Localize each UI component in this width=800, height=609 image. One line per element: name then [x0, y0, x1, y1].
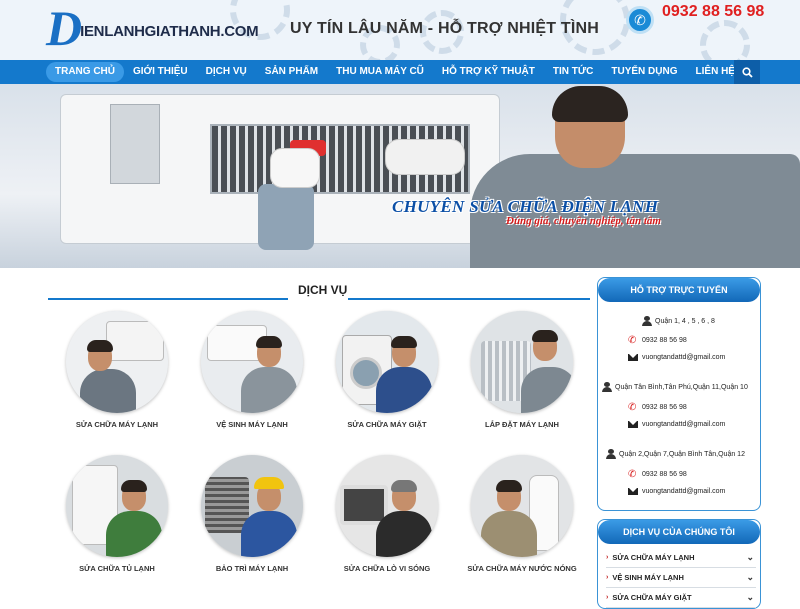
service-menu-label: SỬA CHỮA MÁY GIẶT	[612, 593, 692, 602]
support-area-text: Quận 1, 4 , 5 , 6 , 8	[655, 317, 715, 325]
service-menu-item[interactable]: › SỬA CHỮA MÁY GIẶT ⌄	[606, 588, 756, 608]
user-icon	[602, 382, 612, 392]
support-email[interactable]: vuongtandattd@gmail.com	[628, 488, 725, 495]
main-nav: TRANG CHỦ GIỚI THIỆU DỊCH VỤ SẢN PHẨM TH…	[0, 60, 800, 84]
service-image	[336, 311, 438, 413]
support-panel: HỖ TRỢ TRỰC TUYẾN Quận 1, 4 , 5 , 6 , 8 …	[597, 277, 761, 511]
support-area: Quận 2,Quận 7,Quận Bình Tân,Quận 12	[606, 449, 745, 459]
nav-item-about[interactable]: GIỚI THIỆU	[124, 60, 197, 84]
service-card[interactable]: SỬA CHỮA MÁY LẠNH	[57, 311, 177, 429]
service-image	[201, 455, 303, 557]
service-card[interactable]: SỬA CHỮA MÁY NƯỚC NÓNG	[462, 455, 582, 573]
service-label: SỬA CHỮA LÒ VI SÓNG	[343, 564, 431, 573]
support-area: Quận 1, 4 , 5 , 6 , 8	[642, 316, 715, 326]
user-icon	[642, 316, 652, 326]
support-email-text: vuongtandattd@gmail.com	[642, 354, 726, 361]
service-image	[471, 311, 573, 413]
service-menu-item[interactable]: › VỆ SINH MÁY LẠNH ⌄	[606, 568, 756, 588]
nav-item-services[interactable]: DỊCH VỤ	[197, 60, 256, 84]
service-label: BẢO TRÌ MÁY LẠNH	[215, 564, 289, 573]
technician-hair	[552, 86, 628, 122]
support-phone-text: 0932 88 56 98	[642, 337, 687, 344]
service-card[interactable]: VỆ SINH MÁY LẠNH	[192, 311, 312, 429]
nav-item-news[interactable]: TIN TỨC	[544, 60, 603, 84]
service-image	[66, 455, 168, 557]
glove-image	[270, 148, 320, 188]
phone-icon: ✆	[628, 402, 637, 413]
nav-item-recruitment[interactable]: TUYỂN DỤNG	[602, 60, 686, 84]
support-phone-text: 0932 88 56 98	[642, 471, 687, 478]
support-area-text: Quận Tân Bình,Tân Phú,Quận 11,Quận 10	[615, 383, 748, 391]
hero-banner: CHUYÊN SỬA CHỮA ĐIỆN LẠNH Đúng giá, chuy…	[0, 84, 800, 268]
service-image	[471, 455, 573, 557]
support-title: HỖ TRỢ TRỰC TUYẾN	[598, 278, 760, 302]
nav-item-tech-support[interactable]: HỖ TRỢ KỸ THUẬT	[433, 60, 544, 84]
logo-text: ienlanhgiathanh.com	[80, 23, 259, 40]
hotline[interactable]: 0932 88 56 98	[662, 3, 764, 21]
service-image	[336, 455, 438, 557]
chevron-down-icon[interactable]: ⌄	[746, 572, 754, 583]
divider	[348, 298, 590, 300]
phone-icon: ✆	[628, 469, 637, 480]
service-label: SỬA CHỮA TỦ LẠNH	[79, 564, 155, 573]
service-card[interactable]: SỬA CHỮA LÒ VI SÓNG	[327, 455, 447, 573]
support-email-text: vuongtandattd@gmail.com	[642, 421, 726, 428]
logo-letter: D	[46, 0, 83, 56]
nav-item-products[interactable]: SẢN PHẨM	[256, 60, 327, 84]
chevron-down-icon[interactable]: ⌄	[746, 592, 754, 603]
support-phone-text: 0932 88 56 98	[642, 404, 687, 411]
service-card[interactable]: SỬA CHỮA TỦ LẠNH	[57, 455, 177, 573]
phone-icon: ✆	[628, 335, 637, 346]
support-area-text: Quận 2,Quận 7,Quận Bình Tân,Quận 12	[619, 450, 745, 458]
site-header: D ienlanhgiathanh.com UY TÍN LÂU NĂM - H…	[0, 0, 800, 60]
our-services-panel: DỊCH VỤ CỦA CHÚNG TÔI › SỬA CHỮA MÁY LẠN…	[597, 519, 761, 609]
support-email-text: vuongtandattd@gmail.com	[642, 488, 726, 495]
slogan: UY TÍN LÂU NĂM - HỖ TRỢ NHIỆT TÌNH	[290, 20, 600, 37]
mail-icon	[628, 488, 638, 495]
support-email[interactable]: vuongtandattd@gmail.com	[628, 354, 725, 361]
divider	[48, 298, 288, 300]
service-label: SỬA CHỮA MÁY LẠNH	[75, 420, 159, 429]
support-phone[interactable]: ✆ 0932 88 56 98	[628, 335, 687, 346]
service-menu-item[interactable]: › SỬA CHỮA MÁY LẠNH ⌄	[606, 548, 756, 568]
bullet-icon: ›	[606, 574, 609, 581]
user-icon	[606, 449, 616, 459]
gear-decoration	[700, 20, 750, 60]
site-logo[interactable]: D ienlanhgiathanh.com	[46, 0, 259, 56]
service-card[interactable]: LẮP ĐẶT MÁY LẠNH	[462, 311, 582, 429]
spray-bottle-image	[258, 184, 314, 250]
service-menu-label: SỬA CHỮA MÁY LẠNH	[612, 553, 695, 562]
support-phone[interactable]: ✆ 0932 88 56 98	[628, 469, 687, 480]
support-email[interactable]: vuongtandattd@gmail.com	[628, 421, 725, 428]
services-heading: DỊCH VỤ	[48, 281, 590, 300]
service-label: VỆ SINH MÁY LẠNH	[216, 420, 288, 429]
nav-item-home[interactable]: TRANG CHỦ	[46, 62, 124, 82]
glove-image	[385, 139, 465, 175]
mail-icon	[628, 354, 638, 361]
ac-panel-image	[110, 104, 160, 184]
support-phone[interactable]: ✆ 0932 88 56 98	[628, 402, 687, 413]
our-services-title: DỊCH VỤ CỦA CHÚNG TÔI	[598, 520, 760, 544]
service-label: LẮP ĐẶT MÁY LẠNH	[485, 420, 559, 429]
service-card[interactable]: BẢO TRÌ MÁY LẠNH	[192, 455, 312, 573]
bullet-icon: ›	[606, 554, 609, 561]
banner-subtitle: Đúng giá, chuyên nghiệp, tận tâm	[506, 215, 661, 227]
phone-icon: ✆	[626, 6, 654, 34]
service-label: SỬA CHỮA MÁY NƯỚC NÓNG	[467, 564, 577, 573]
chevron-down-icon[interactable]: ⌄	[746, 552, 754, 563]
service-image	[201, 311, 303, 413]
services-title: DỊCH VỤ	[298, 283, 348, 297]
service-menu-label: VỆ SINH MÁY LẠNH	[612, 573, 684, 582]
service-label: SỬA CHỮA MÁY GIẶT	[347, 420, 427, 429]
support-area: Quận Tân Bình,Tân Phú,Quận 11,Quận 10	[602, 382, 748, 392]
nav-item-buy-used[interactable]: THU MUA MÁY CŨ	[327, 60, 433, 84]
service-card[interactable]: SỬA CHỮA MÁY GIẶT	[327, 311, 447, 429]
service-image	[66, 311, 168, 413]
mail-icon	[628, 421, 638, 428]
banner-title: CHUYÊN SỬA CHỮA ĐIỆN LẠNH	[392, 197, 659, 216]
search-icon[interactable]	[734, 60, 760, 84]
